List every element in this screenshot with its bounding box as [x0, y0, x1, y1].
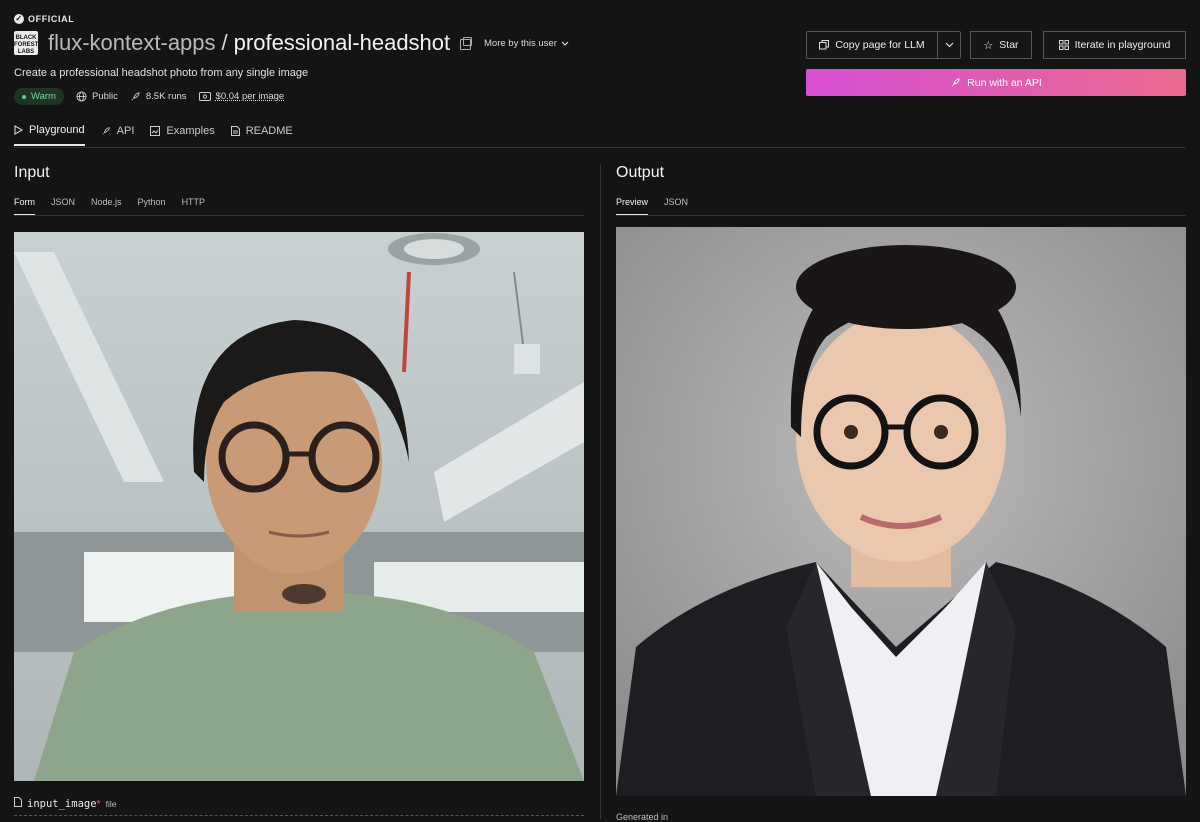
tab-playground[interactable]: Playground: [14, 124, 85, 146]
chevron-down-icon: [945, 42, 953, 48]
field-type: file: [105, 799, 117, 809]
owner-logo[interactable]: BLACK FOREST LABS: [14, 31, 38, 55]
image-icon: [150, 126, 161, 136]
tab-label: README: [245, 125, 293, 137]
required-marker: *: [96, 798, 101, 810]
main-tabs: Playground API Examples README: [14, 124, 293, 146]
copy-icon[interactable]: [460, 37, 472, 50]
run-count-label: 8.5K runs: [145, 91, 187, 102]
copy-icon: [819, 40, 830, 50]
money-icon: [198, 92, 211, 101]
tab-label: Playground: [29, 124, 85, 136]
professional-headshot-photo: [616, 227, 1186, 796]
tab-label: API: [116, 125, 135, 137]
output-heading: Output: [616, 164, 665, 181]
output-image-preview[interactable]: [616, 227, 1186, 796]
tab-http[interactable]: HTTP: [182, 197, 206, 215]
tab-nodejs[interactable]: Node.js: [91, 197, 122, 215]
output-format-tabs: Preview JSON: [616, 197, 688, 215]
tab-python[interactable]: Python: [138, 197, 166, 215]
office-selfie-photo: [14, 232, 584, 781]
status-label: Warm: [31, 91, 56, 102]
file-icon: [14, 797, 22, 807]
input-format-tabs: Form JSON Node.js Python HTTP: [14, 197, 205, 215]
owner-link[interactable]: flux-kontext-apps: [48, 30, 216, 56]
status-badge: Warm: [14, 88, 64, 105]
copy-options-dropdown[interactable]: [937, 31, 961, 59]
model-meta: Warm Public 8.5K runs $0.04 per image: [14, 88, 284, 105]
star-label: Star: [999, 39, 1019, 51]
star-button[interactable]: ☆ Star: [970, 31, 1032, 59]
iterate-label: Iterate in playground: [1074, 39, 1171, 51]
tab-label: Examples: [166, 125, 215, 137]
status-dot-icon: [22, 94, 26, 99]
tab-api[interactable]: API: [101, 124, 135, 146]
input-tabs-divider: [14, 215, 584, 216]
run-with-api-label: Run with an API: [967, 76, 1042, 89]
play-icon: [14, 125, 23, 135]
tab-json[interactable]: JSON: [664, 197, 688, 215]
rocket-icon: [131, 92, 140, 101]
check-badge-icon: ✓: [14, 14, 24, 24]
visibility: Public: [76, 91, 118, 102]
output-tabs-divider: [616, 215, 1186, 216]
iterate-in-playground-button[interactable]: Iterate in playground: [1043, 31, 1186, 59]
tab-examples[interactable]: Examples: [150, 124, 215, 146]
more-by-user-dropdown[interactable]: More by this user: [484, 38, 569, 49]
star-icon: ☆: [983, 39, 994, 52]
field-divider: [14, 815, 584, 817]
tab-json[interactable]: JSON: [51, 197, 75, 215]
copy-page-label: Copy page for LLM: [835, 39, 925, 51]
globe-icon: [76, 91, 87, 102]
pricing[interactable]: $0.04 per image: [198, 91, 285, 102]
model-name: professional-headshot: [233, 30, 451, 55]
copy-page-for-llm-button[interactable]: Copy page for LLM: [806, 31, 938, 59]
visibility-label: Public: [91, 91, 118, 102]
run-count: 8.5K runs: [130, 91, 187, 102]
rocket-icon: [102, 127, 110, 135]
title-separator: /: [221, 30, 228, 55]
chevron-down-icon: [561, 41, 569, 46]
run-with-api-button[interactable]: Run with an API: [806, 69, 1186, 96]
official-label: OFFICIAL: [28, 14, 75, 24]
grid-icon: [1058, 40, 1069, 50]
rocket-icon: [951, 78, 960, 87]
input-heading: Input: [14, 164, 50, 181]
input-image-preview[interactable]: [14, 232, 584, 781]
document-icon: [230, 126, 240, 136]
official-badge: ✓ OFFICIAL: [14, 14, 74, 24]
field-name: input_image: [27, 798, 97, 810]
tabs-divider: [14, 147, 1186, 148]
page-title: flux-kontext-apps / professional-headsho…: [48, 30, 450, 56]
tab-form[interactable]: Form: [14, 197, 35, 215]
tab-readme[interactable]: README: [230, 124, 293, 146]
tab-preview[interactable]: Preview: [616, 197, 649, 215]
model-description: Create a professional headshot photo fro…: [14, 67, 309, 79]
panel-divider: [600, 164, 601, 819]
input-image-field: input_image * file: [14, 797, 117, 810]
more-by-user-label: More by this user: [484, 38, 557, 49]
generated-in-label: Generated in: [616, 812, 669, 822]
price-label[interactable]: $0.04 per image: [216, 91, 285, 102]
